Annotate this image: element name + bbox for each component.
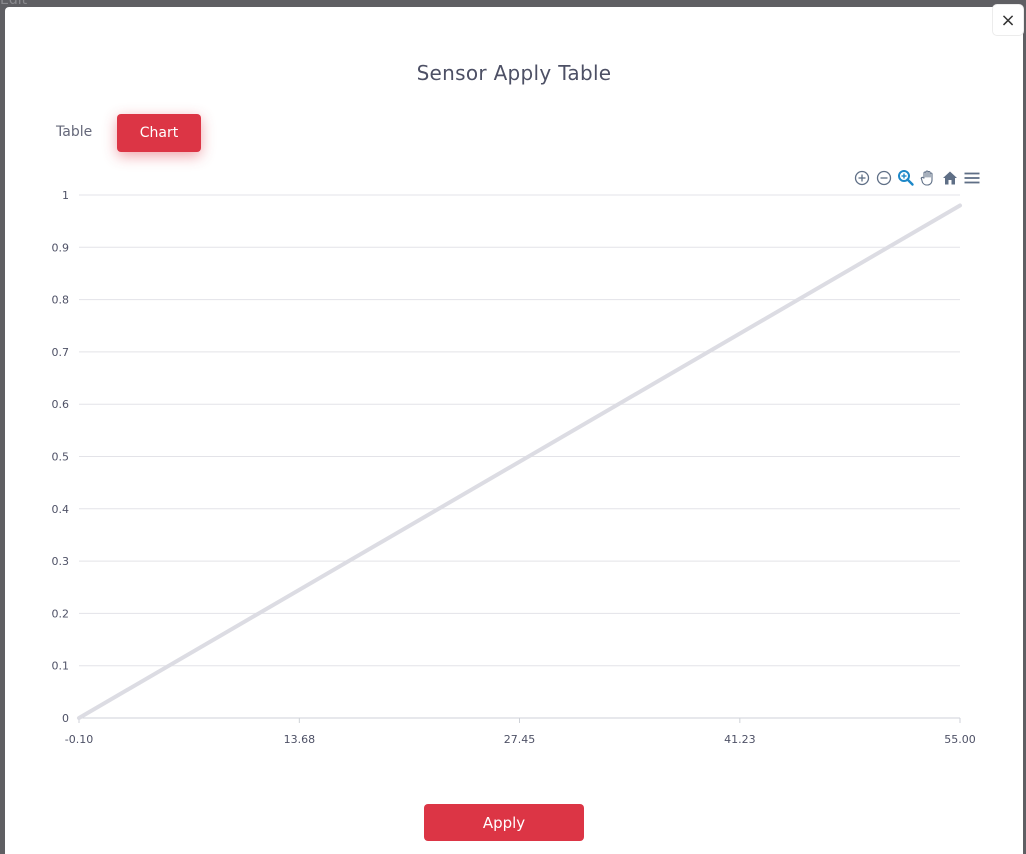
apply-button[interactable]: Apply xyxy=(424,804,584,841)
series-lines xyxy=(77,203,962,720)
y-tick-label: 0.2 xyxy=(52,607,70,620)
y-tick-label: 0.9 xyxy=(52,241,70,254)
axes xyxy=(78,717,961,723)
sensor-line-chart: 0 0.1 0.2 0.3 0.4 0.5 0.6 0.7 0.8 0.9 1 -0.10 13.68… xyxy=(52,189,976,746)
y-tick-label: 0.4 xyxy=(52,503,70,516)
y-tick-label: 0.6 xyxy=(52,398,70,411)
y-tick-label: 1 xyxy=(62,189,69,202)
x-tick-labels: -0.10 13.68 27.45 41.23 55.00 xyxy=(65,733,976,746)
series-line xyxy=(77,203,962,720)
y-tick-label: 0 xyxy=(62,712,69,725)
y-tick-label: 0.5 xyxy=(52,451,70,464)
y-tick-label: 0.7 xyxy=(52,346,70,359)
x-tick-label: 41.23 xyxy=(724,733,756,746)
y-tick-labels: 0 0.1 0.2 0.3 0.4 0.5 0.6 0.7 0.8 0.9 1 xyxy=(52,189,70,725)
x-tick-label: 55.00 xyxy=(944,733,976,746)
x-tick-label: 13.68 xyxy=(284,733,316,746)
sensor-apply-dialog: × Sensor Apply Table Table Chart 0 0.1 0.2… xyxy=(5,5,1023,854)
y-tick-label: 0.3 xyxy=(52,555,70,568)
x-tick-label: 27.45 xyxy=(504,733,536,746)
y-tick-label: 0.8 xyxy=(52,294,70,307)
x-tick-label: -0.10 xyxy=(65,733,93,746)
y-tick-label: 0.1 xyxy=(52,660,70,673)
